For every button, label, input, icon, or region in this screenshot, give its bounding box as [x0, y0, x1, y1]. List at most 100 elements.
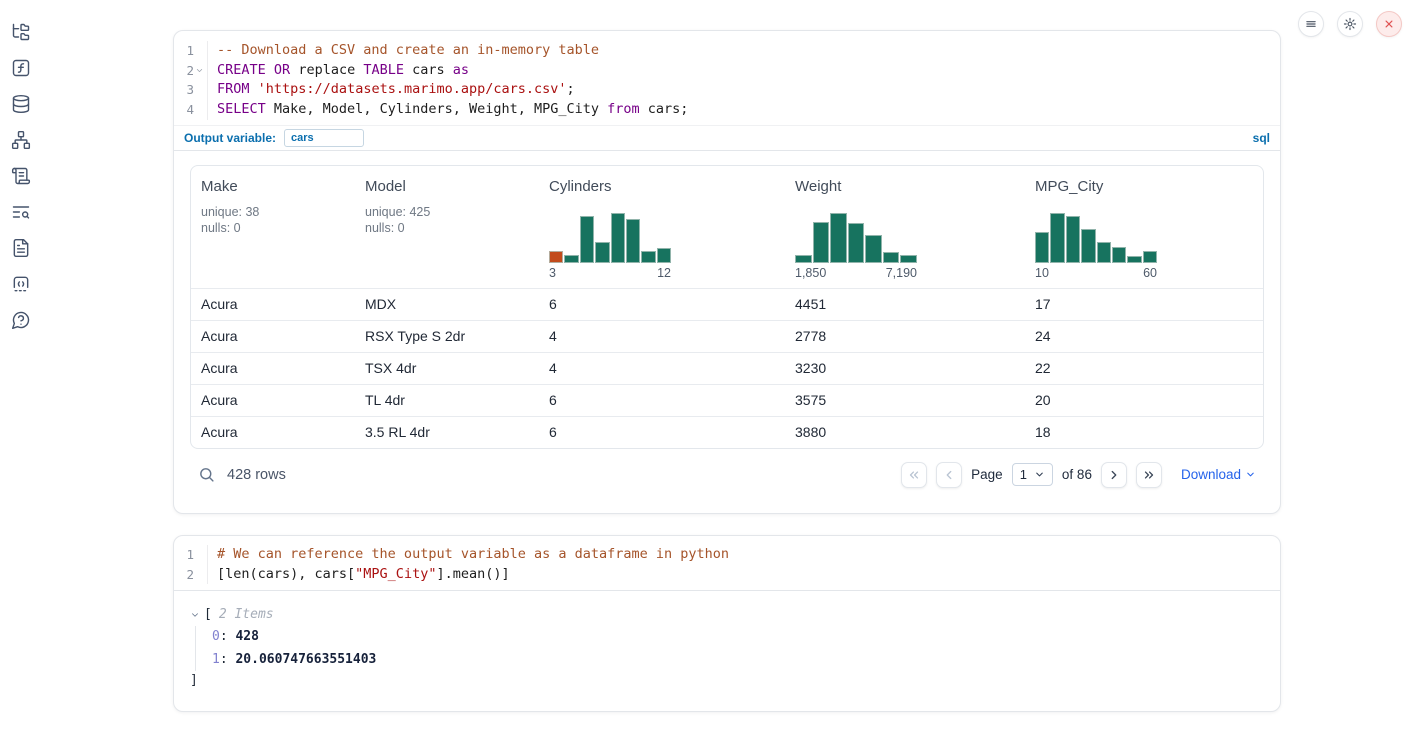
cylinders-histogram: 312: [549, 213, 775, 280]
chevron-down-icon: [1245, 469, 1256, 480]
output-tree-entry: 0: 428: [212, 626, 1264, 649]
line-gutter: 4: [174, 100, 208, 120]
histogram-bars: [795, 213, 917, 263]
table-cell: 6: [539, 417, 785, 448]
column-header-make[interactable]: Make unique: 38 nulls: 0: [191, 166, 355, 288]
chevron-right-icon: [1107, 468, 1121, 482]
column-title: Cylinders: [549, 178, 775, 195]
histogram-bar: [641, 251, 655, 263]
table-cell: 3230: [785, 353, 1025, 384]
fold-chevron-icon[interactable]: [194, 66, 204, 76]
histogram-bar: [1066, 216, 1080, 263]
histogram-bar: [848, 223, 865, 263]
table-cell: 17: [1025, 289, 1263, 320]
database-icon[interactable]: [11, 94, 31, 114]
fold-spacer: [194, 570, 204, 580]
histogram-bar: [813, 222, 830, 263]
page-select-value: 1: [1020, 467, 1027, 482]
top-right-toolbar: [1298, 11, 1402, 37]
chevron-left-icon: [942, 468, 956, 482]
column-title: Make: [201, 178, 345, 195]
left-sidebar: [0, 0, 42, 729]
table-cell: 22: [1025, 353, 1263, 384]
unique-stat: unique: 38: [201, 204, 345, 220]
documentation-icon[interactable]: [11, 238, 31, 258]
row-count: 428 rows: [227, 467, 286, 483]
page-total: of 86: [1062, 467, 1092, 482]
last-page-button[interactable]: [1136, 462, 1162, 488]
fold-spacer: [194, 550, 204, 560]
function-icon[interactable]: [11, 58, 31, 78]
fold-spacer: [194, 105, 204, 115]
table-cell: 3.5 RL 4dr: [355, 417, 539, 448]
column-header-model[interactable]: Model unique: 425 nulls: 0: [355, 166, 539, 288]
text-search-icon[interactable]: [11, 202, 31, 222]
table-cell: Acura: [191, 353, 355, 384]
column-header-mpg-city[interactable]: MPG_City 1060: [1025, 166, 1263, 288]
histogram-bar: [626, 219, 640, 263]
histogram-bar: [549, 251, 563, 263]
table-cell: 4: [539, 321, 785, 352]
search-icon[interactable]: [198, 466, 215, 483]
histogram-bar: [900, 255, 917, 263]
column-stats: unique: 38 nulls: 0: [201, 204, 345, 236]
line-number: 2: [186, 565, 194, 585]
download-button[interactable]: Download: [1181, 467, 1256, 482]
collapse-chevron-icon[interactable]: [190, 609, 202, 621]
chevron-down-icon: [1034, 469, 1045, 480]
open-bracket: [: [204, 604, 212, 626]
axis-min-label: 10: [1035, 266, 1049, 280]
scroll-logs-icon[interactable]: [11, 166, 31, 186]
table-cell: 3880: [785, 417, 1025, 448]
axis-min-label: 1,850: [795, 266, 826, 280]
column-stats: unique: 425 nulls: 0: [365, 204, 529, 236]
next-page-button[interactable]: [1101, 462, 1127, 488]
previous-page-button[interactable]: [936, 462, 962, 488]
nulls-stat: nulls: 0: [365, 220, 529, 236]
histogram-bars: [1035, 213, 1157, 263]
dependency-graph-icon[interactable]: [11, 130, 31, 150]
table-row[interactable]: AcuraTL 4dr6357520: [191, 384, 1263, 416]
table-row[interactable]: AcuraTSX 4dr4323022: [191, 352, 1263, 384]
table-cell: 3575: [785, 385, 1025, 416]
output-entries: 0: 4281: 20.060747663551403: [195, 626, 1264, 671]
pagination: Page 1 of 86 Download: [901, 462, 1256, 488]
snippets-icon[interactable]: [11, 274, 31, 294]
menu-button[interactable]: [1298, 11, 1324, 37]
histogram-bar: [580, 216, 594, 263]
output-variable-input[interactable]: [284, 129, 364, 147]
code-line: 1-- Download a CSV and create an in-memo…: [174, 41, 1280, 61]
axis-max-label: 12: [657, 266, 671, 280]
sql-code-editor[interactable]: 1-- Download a CSV and create an in-memo…: [174, 31, 1280, 125]
menu-icon: [1304, 17, 1318, 31]
column-title: Weight: [795, 178, 1015, 195]
unique-stat: unique: 425: [365, 204, 529, 220]
histogram-bar: [1112, 247, 1126, 263]
output-variable-row: Output variable: sql: [174, 125, 1280, 151]
settings-button[interactable]: [1337, 11, 1363, 37]
code-line: 2CREATE OR replace TABLE cars as: [174, 61, 1280, 81]
histogram-bars: [549, 213, 671, 263]
mpg-city-histogram: 1060: [1035, 213, 1253, 280]
file-tree-icon[interactable]: [11, 22, 31, 42]
column-header-cylinders[interactable]: Cylinders 312: [539, 166, 785, 288]
column-header-weight[interactable]: Weight 1,850 7,190: [785, 166, 1025, 288]
python-code-editor[interactable]: 1# We can reference the output variable …: [174, 536, 1280, 591]
table-row[interactable]: AcuraMDX6445117: [191, 288, 1263, 320]
table-cell: TL 4dr: [355, 385, 539, 416]
table-cell: 24: [1025, 321, 1263, 352]
table-row[interactable]: AcuraRSX Type S 2dr4277824: [191, 320, 1263, 352]
chevrons-left-icon: [907, 468, 921, 482]
histogram-bar: [1097, 242, 1111, 263]
table-cell: 18: [1025, 417, 1263, 448]
sql-output-area: Make unique: 38 nulls: 0 Model unique: 4…: [174, 151, 1280, 498]
axis-max-label: 7,190: [886, 266, 917, 280]
table-cell: TSX 4dr: [355, 353, 539, 384]
first-page-button[interactable]: [901, 462, 927, 488]
sql-cell: 1-- Download a CSV and create an in-memo…: [173, 30, 1281, 514]
help-icon[interactable]: [11, 310, 31, 330]
close-button[interactable]: [1376, 11, 1402, 37]
table-row[interactable]: Acura3.5 RL 4dr6388018: [191, 416, 1263, 448]
histogram-bar: [611, 213, 625, 263]
page-select[interactable]: 1: [1012, 463, 1053, 486]
